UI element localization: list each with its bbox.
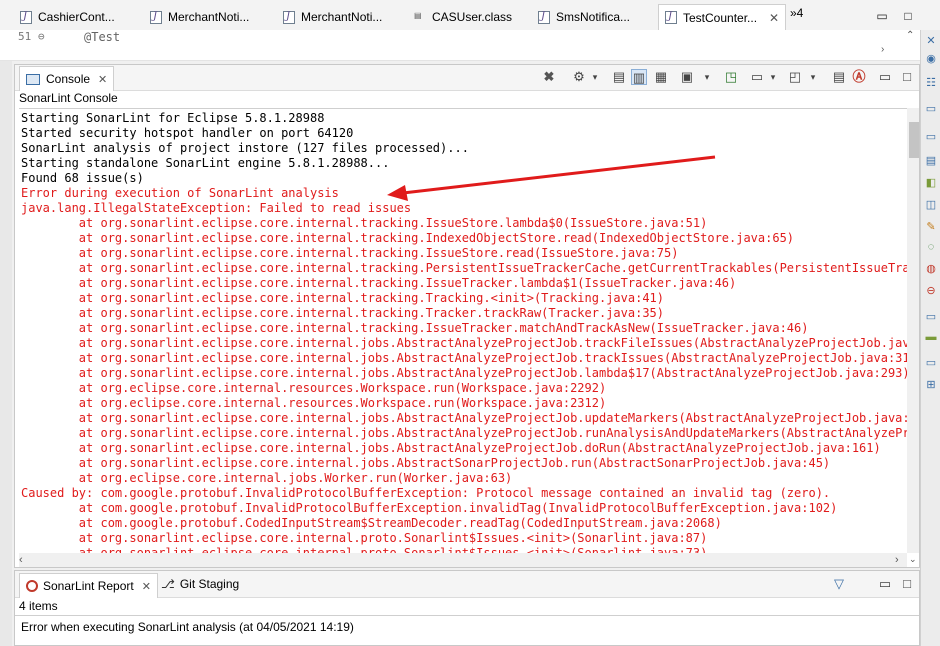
quick-access-icon[interactable]: ✕ <box>924 34 938 48</box>
editor-tab[interactable]: CashierCont... <box>20 6 115 28</box>
java-file-icon <box>283 10 295 24</box>
report-row-text: Error when executing SonarLint analysis … <box>21 620 354 634</box>
tab-label: SonarLint Report <box>43 579 134 593</box>
maximize-icon[interactable]: □ <box>902 10 914 22</box>
java-file-icon <box>665 11 677 24</box>
scroll-up-icon[interactable]: ⌃ <box>906 30 914 41</box>
java-file-icon <box>538 10 550 24</box>
editor-tab-label: MerchantNoti... <box>301 10 383 24</box>
editor-area[interactable]: 51 ⊖ @Test ⌃ › <box>0 30 920 61</box>
editor-tab[interactable]: MerchantNoti... <box>283 6 382 28</box>
close-icon[interactable]: ✕ <box>142 580 151 593</box>
editor-tab-label: CashierCont... <box>38 10 115 24</box>
editor-tab-bar: CashierCont... MerchantNoti... MerchantN… <box>0 0 940 31</box>
git-staging-icon: ⎇ <box>161 577 175 591</box>
code-line: @Test <box>84 30 121 44</box>
outline-icon[interactable]: ◉ <box>924 52 938 66</box>
left-trim <box>0 30 12 646</box>
tab-label: Git Staging <box>179 577 240 591</box>
minimize-icon[interactable]: ▭ <box>924 102 938 116</box>
security-hotspot-icon[interactable]: ⊖ <box>924 284 938 298</box>
editor-tab[interactable]: SmsNotifica... <box>538 6 630 28</box>
scroll-right-icon[interactable]: › <box>881 44 884 55</box>
search-icon[interactable]: ✎ <box>924 220 938 234</box>
editor-tab-label: SmsNotifica... <box>556 10 631 24</box>
minimize-icon[interactable]: ▭ <box>877 576 893 592</box>
tab-overflow-button[interactable]: »4 <box>790 6 803 20</box>
editor-tab-label: MerchantNoti... <box>168 10 250 24</box>
sonarlint-report-panel: SonarLint Report ✕ ⎇ Git Staging ▽ ▭ □ 4… <box>14 570 920 646</box>
line-number: 51 <box>18 30 32 43</box>
editor-tab-active[interactable]: TestCounter... ✕ <box>658 4 787 30</box>
filter-icon[interactable]: ▽ <box>831 576 847 592</box>
sonarlint-icon <box>26 580 38 592</box>
restore-icon[interactable]: ▭ <box>924 356 938 370</box>
history-icon[interactable]: ⊞ <box>924 378 938 392</box>
sync-icon[interactable]: ◌ <box>924 240 938 254</box>
maximize-icon[interactable]: □ <box>899 576 915 592</box>
java-file-icon <box>150 10 162 24</box>
minimize-icon[interactable]: ▭ <box>876 10 888 22</box>
tab-sonarlint-report[interactable]: SonarLint Report ✕ <box>19 573 158 598</box>
fold-icon[interactable]: ⊖ <box>38 30 45 43</box>
editor-tab-label: TestCounter... <box>683 10 758 25</box>
editor-tab[interactable]: ▤ CASUser.class <box>414 6 512 28</box>
annotation-arrow <box>387 155 716 201</box>
rule-description-icon[interactable]: ◧ <box>924 176 938 190</box>
outline-view-icon[interactable]: ▤ <box>924 154 938 168</box>
class-file-icon: ▤ <box>414 10 422 20</box>
task-list-icon[interactable]: ☷ <box>924 76 938 90</box>
report-panel-header: SonarLint Report ✕ ⎇ Git Staging ▽ ▭ □ <box>15 571 919 598</box>
progress-icon[interactable]: ▬ <box>924 330 938 344</box>
minimize-icon[interactable]: ▭ <box>924 310 938 324</box>
item-count: 4 items <box>19 599 58 613</box>
java-file-icon <box>20 10 32 24</box>
issue-icon[interactable]: ◫ <box>924 198 938 212</box>
restore-icon[interactable]: ▭ <box>924 130 938 144</box>
console-panel: Console ✕ ✖ ⚙ ▾ ▤ ▥ ▦ ▣ ▾ ◳ ▭ ▾ ◰ ▾ ▤ Ⓐ … <box>14 64 920 568</box>
right-trim-toolbar: ✕ ◉ ☷ ▭ ▭ ▤ ◧ ◫ ✎ ◌ ◍ ⊖ ▭ ▬ ▭ ⊞ <box>920 30 940 646</box>
globe-icon[interactable]: ◍ <box>924 262 938 276</box>
tab-git-staging[interactable]: ⎇ Git Staging <box>161 577 239 591</box>
editor-tab-label: CASUser.class <box>432 10 513 24</box>
close-icon[interactable]: ✕ <box>769 11 779 25</box>
editor-tab[interactable]: MerchantNoti... <box>150 6 249 28</box>
table-row[interactable]: Error when executing SonarLint analysis … <box>15 615 919 638</box>
